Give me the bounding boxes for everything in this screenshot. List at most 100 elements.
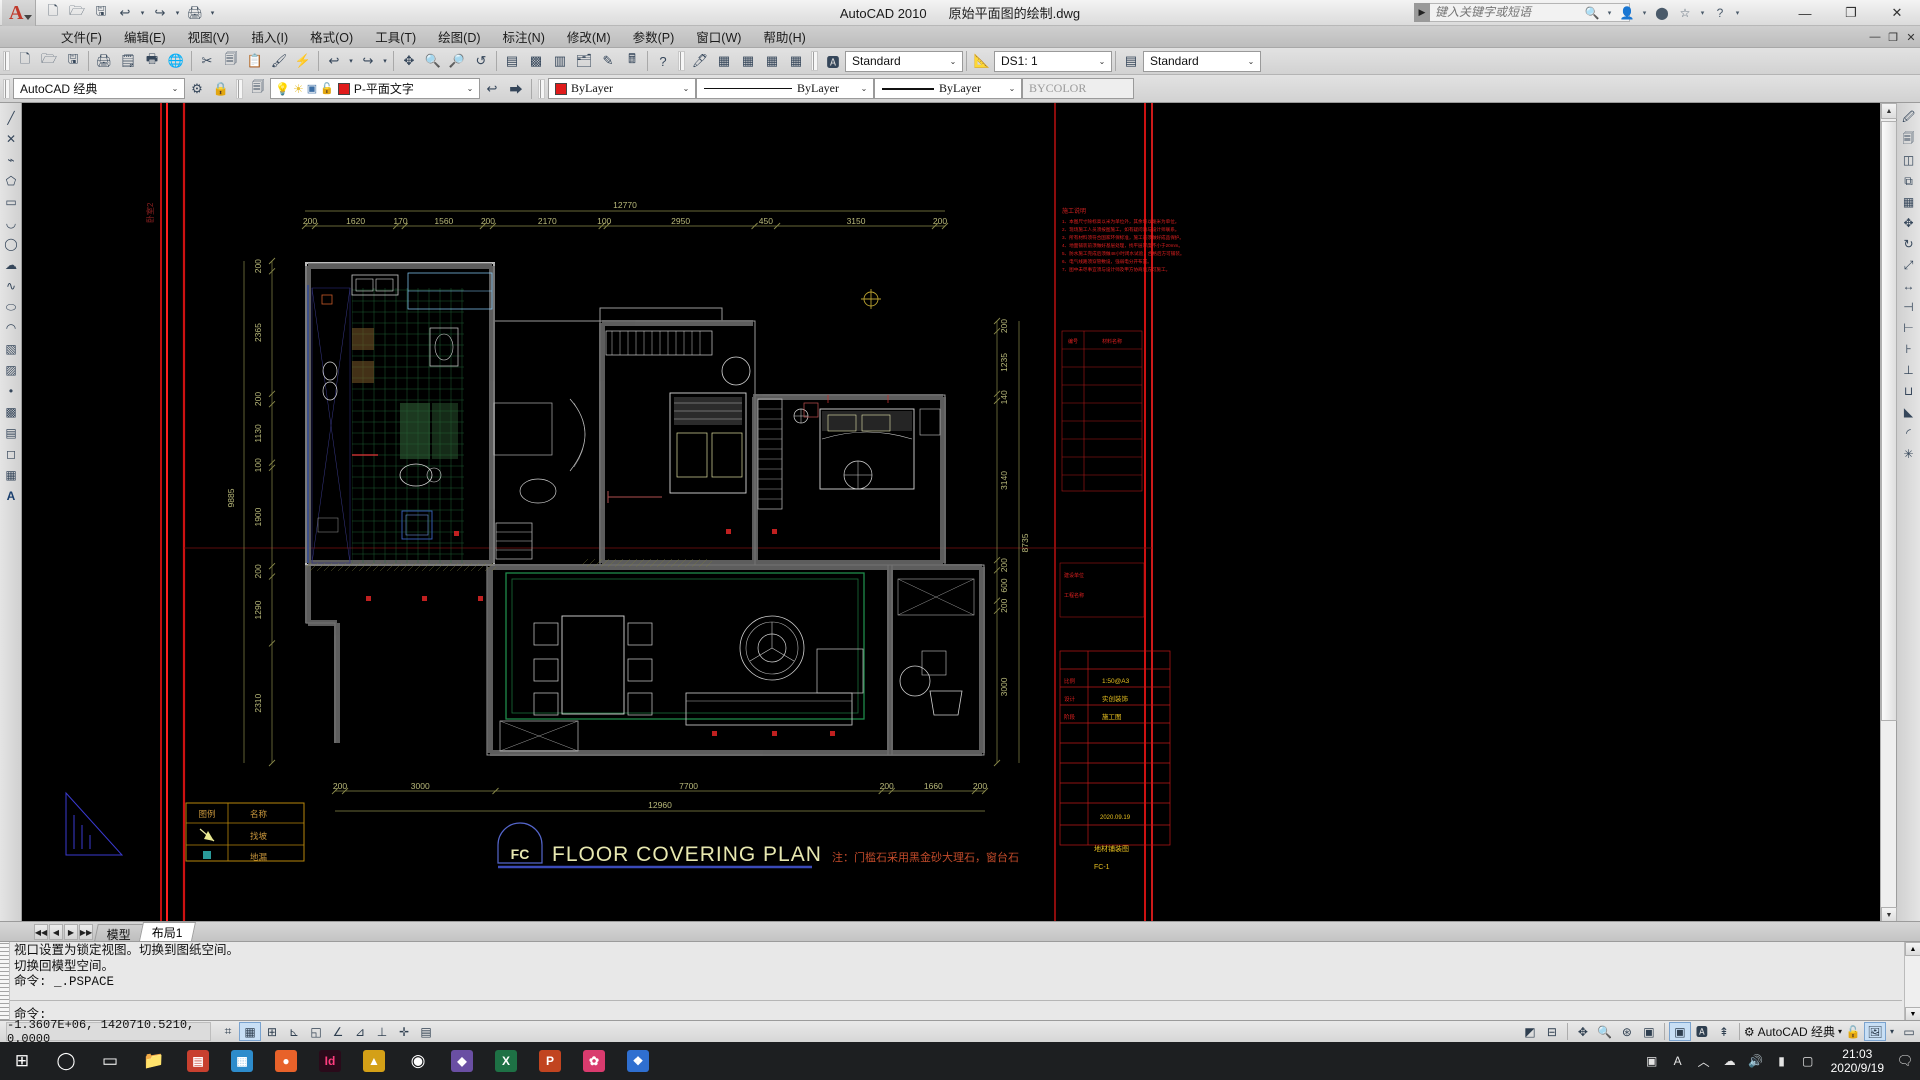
line-icon[interactable]: ╱ bbox=[1, 108, 21, 128]
undo-icon[interactable]: ↩ bbox=[114, 2, 136, 24]
zoom-window-icon[interactable]: 🔎 bbox=[445, 50, 469, 73]
powerpoint[interactable]: P bbox=[528, 1042, 572, 1080]
drawing-canvas[interactable]: 卧室2 200 1620 170 1560 200 2170 100 2950 450 3150 2… bbox=[22, 103, 1896, 939]
linetype-control-dropdown[interactable]: ByLayer ⌄ bbox=[696, 78, 874, 99]
model-space-button[interactable]: ◩ bbox=[1519, 1022, 1541, 1041]
cmd-scroll-down-button[interactable]: ▼ bbox=[1905, 1007, 1920, 1021]
properties-toolbar-grip[interactable] bbox=[538, 78, 545, 99]
dim-style-icon[interactable]: 📐 bbox=[970, 50, 994, 73]
make-object-layer-current-icon[interactable]: ⮕ bbox=[504, 77, 528, 100]
next-tab-button[interactable]: ▶ bbox=[64, 924, 78, 940]
menu-item-4[interactable]: 格式(O) bbox=[299, 25, 364, 48]
layout-space-button[interactable]: ⊟ bbox=[1541, 1022, 1563, 1041]
zoom-realtime-icon[interactable]: 🔍 bbox=[421, 50, 445, 73]
menu-item-8[interactable]: 修改(M) bbox=[556, 25, 622, 48]
undo-dropdown-icon[interactable]: ▾ bbox=[346, 50, 356, 73]
start-button[interactable]: ⊞ bbox=[0, 1042, 44, 1080]
lineweight-toggle[interactable]: ▤ bbox=[415, 1022, 437, 1041]
ortho-mode-toggle[interactable]: ⊾ bbox=[283, 1022, 305, 1041]
spline-icon[interactable]: ∿ bbox=[1, 276, 21, 296]
zoom-previous-icon[interactable]: ↺ bbox=[469, 50, 493, 73]
publish-web-icon[interactable]: 🌐 bbox=[164, 50, 188, 73]
plot-icon[interactable]: 🖨 bbox=[184, 2, 206, 24]
prev-tab-button[interactable]: ◀ bbox=[49, 924, 63, 940]
app-red[interactable]: ▤ bbox=[176, 1042, 220, 1080]
markup-set-icon[interactable]: ✎ bbox=[596, 50, 620, 73]
color-control-dropdown[interactable]: ByLayer ⌄ bbox=[548, 78, 696, 99]
search-dropdown-icon[interactable]: ▶ bbox=[1414, 2, 1430, 22]
cmd-scroll-up-button[interactable]: ▲ bbox=[1905, 942, 1920, 956]
text-style-dropdown[interactable]: Standard ⌄ bbox=[845, 50, 963, 72]
vscroll-thumb[interactable] bbox=[1881, 121, 1897, 721]
menu-item-1[interactable]: 编辑(E) bbox=[113, 25, 177, 48]
status-tray-icon[interactable]: 🖼 bbox=[1864, 1022, 1886, 1041]
design-center-icon[interactable]: ▩ bbox=[524, 50, 548, 73]
menu-item-3[interactable]: 插入(I) bbox=[240, 25, 299, 48]
tool-palettes-icon[interactable]: ▥ bbox=[548, 50, 572, 73]
toolbar-grip-styles[interactable] bbox=[678, 51, 685, 71]
polygon-icon[interactable]: ⬠ bbox=[1, 171, 21, 191]
layout-tab-0[interactable]: 模型 bbox=[94, 924, 144, 942]
ellipse-icon[interactable]: ⬭ bbox=[1, 297, 21, 317]
layout-tab-1[interactable]: 布局1 bbox=[138, 922, 196, 941]
notification-center-icon[interactable]: 🗨 bbox=[1894, 1042, 1916, 1080]
object-snap-tracking-toggle[interactable]: ⊿ bbox=[349, 1022, 371, 1041]
favorites-icon[interactable]: ☆ bbox=[1675, 3, 1695, 22]
menu-item-9[interactable]: 参数(P) bbox=[622, 25, 686, 48]
polar-tracking-toggle[interactable]: ◱ bbox=[305, 1022, 327, 1041]
make-block-icon[interactable]: ▨ bbox=[1, 360, 21, 380]
layer-on-icon[interactable]: 💡 bbox=[275, 82, 290, 96]
rectangle-icon[interactable]: ▭ bbox=[1, 192, 21, 212]
grid-display-toggle[interactable]: ⊞ bbox=[261, 1022, 283, 1041]
last-tab-button[interactable]: ▶▶ bbox=[79, 924, 93, 940]
file-explorer[interactable]: 📁 bbox=[132, 1042, 176, 1080]
erase-icon[interactable]: 🖉 bbox=[1898, 108, 1919, 128]
volume-icon[interactable]: 🔊 bbox=[1743, 1042, 1769, 1080]
zoom-icon[interactable]: 🔍 bbox=[1594, 1022, 1616, 1041]
construction-line-icon[interactable]: ✕ bbox=[1, 129, 21, 149]
chevron-up-icon[interactable]: ︿ bbox=[1691, 1042, 1717, 1080]
first-tab-button[interactable]: ◀◀ bbox=[34, 924, 48, 940]
coordinate-display[interactable]: -1.3607E+06, 1420710.5210, 0.0000 bbox=[6, 1018, 211, 1046]
app-purple[interactable]: ◆ bbox=[440, 1042, 484, 1080]
match-properties-icon[interactable]: 🖌 bbox=[267, 50, 291, 73]
maximize-button[interactable]: ❐ bbox=[1828, 0, 1874, 26]
minimize-button[interactable]: — bbox=[1782, 0, 1828, 26]
app-orange[interactable]: ● bbox=[264, 1042, 308, 1080]
menu-item-0[interactable]: 文件(F) bbox=[50, 25, 113, 48]
qat-dropdown-icon[interactable]: ▾ bbox=[208, 2, 217, 24]
snap-mode-toggle[interactable]: ▦ bbox=[239, 1022, 261, 1041]
dim-style-dropdown[interactable]: DS1: 1 ⌄ bbox=[994, 50, 1112, 72]
toolbar-grip-text[interactable] bbox=[811, 51, 818, 71]
polyline-icon[interactable]: ⌁ bbox=[1, 150, 21, 170]
status-tray-dropdown-icon[interactable]: ▾ bbox=[1886, 1022, 1898, 1041]
layer-properties-manager-icon[interactable]: 🗐 bbox=[246, 77, 270, 100]
save-icon[interactable]: 🖫 bbox=[90, 2, 112, 24]
menu-item-5[interactable]: 工具(T) bbox=[364, 25, 427, 48]
layer-freeze-icon[interactable]: ☀ bbox=[293, 82, 304, 96]
redo-icon[interactable]: ↪ bbox=[149, 2, 171, 24]
clock[interactable]: 21:03 2020/9/19 bbox=[1823, 1047, 1892, 1075]
plot-icon[interactable]: 🖨 bbox=[92, 50, 116, 73]
vertical-scrollbar[interactable]: ▲ ▼ bbox=[1880, 103, 1897, 923]
table-style-icon[interactable]: ▤ bbox=[1119, 50, 1143, 73]
allow-ucs-toggle[interactable]: ⊥ bbox=[371, 1022, 393, 1041]
mdi-control-0[interactable]: — bbox=[1866, 31, 1884, 43]
lineweight-control-dropdown[interactable]: ByLayer ⌄ bbox=[874, 78, 1022, 99]
move-icon[interactable]: ✥ bbox=[1898, 213, 1919, 233]
new-file-icon[interactable]: 🗋 bbox=[42, 2, 64, 24]
extend-icon[interactable]: ⊢ bbox=[1898, 318, 1919, 338]
mdi-control-1[interactable]: ❐ bbox=[1884, 31, 1902, 44]
layer-previous-icon[interactable]: ↩ bbox=[480, 77, 504, 100]
pan-icon[interactable]: ⊛ bbox=[1616, 1022, 1638, 1041]
cut-icon[interactable]: ✂ bbox=[195, 50, 219, 73]
action-center-icon[interactable]: ▢ bbox=[1795, 1042, 1821, 1080]
mdi-control-2[interactable]: ✕ bbox=[1902, 31, 1920, 44]
menu-item-7[interactable]: 标注(N) bbox=[492, 25, 556, 48]
plot-preview-icon[interactable]: 🗒 bbox=[116, 50, 140, 73]
copy-icon[interactable]: 🗐 bbox=[219, 50, 243, 73]
break-at-point-icon[interactable]: ⊦ bbox=[1898, 339, 1919, 359]
app-pink[interactable]: ✿ bbox=[572, 1042, 616, 1080]
layer-color-swatch[interactable] bbox=[337, 82, 350, 95]
open-icon[interactable]: 🗁 bbox=[37, 50, 61, 73]
